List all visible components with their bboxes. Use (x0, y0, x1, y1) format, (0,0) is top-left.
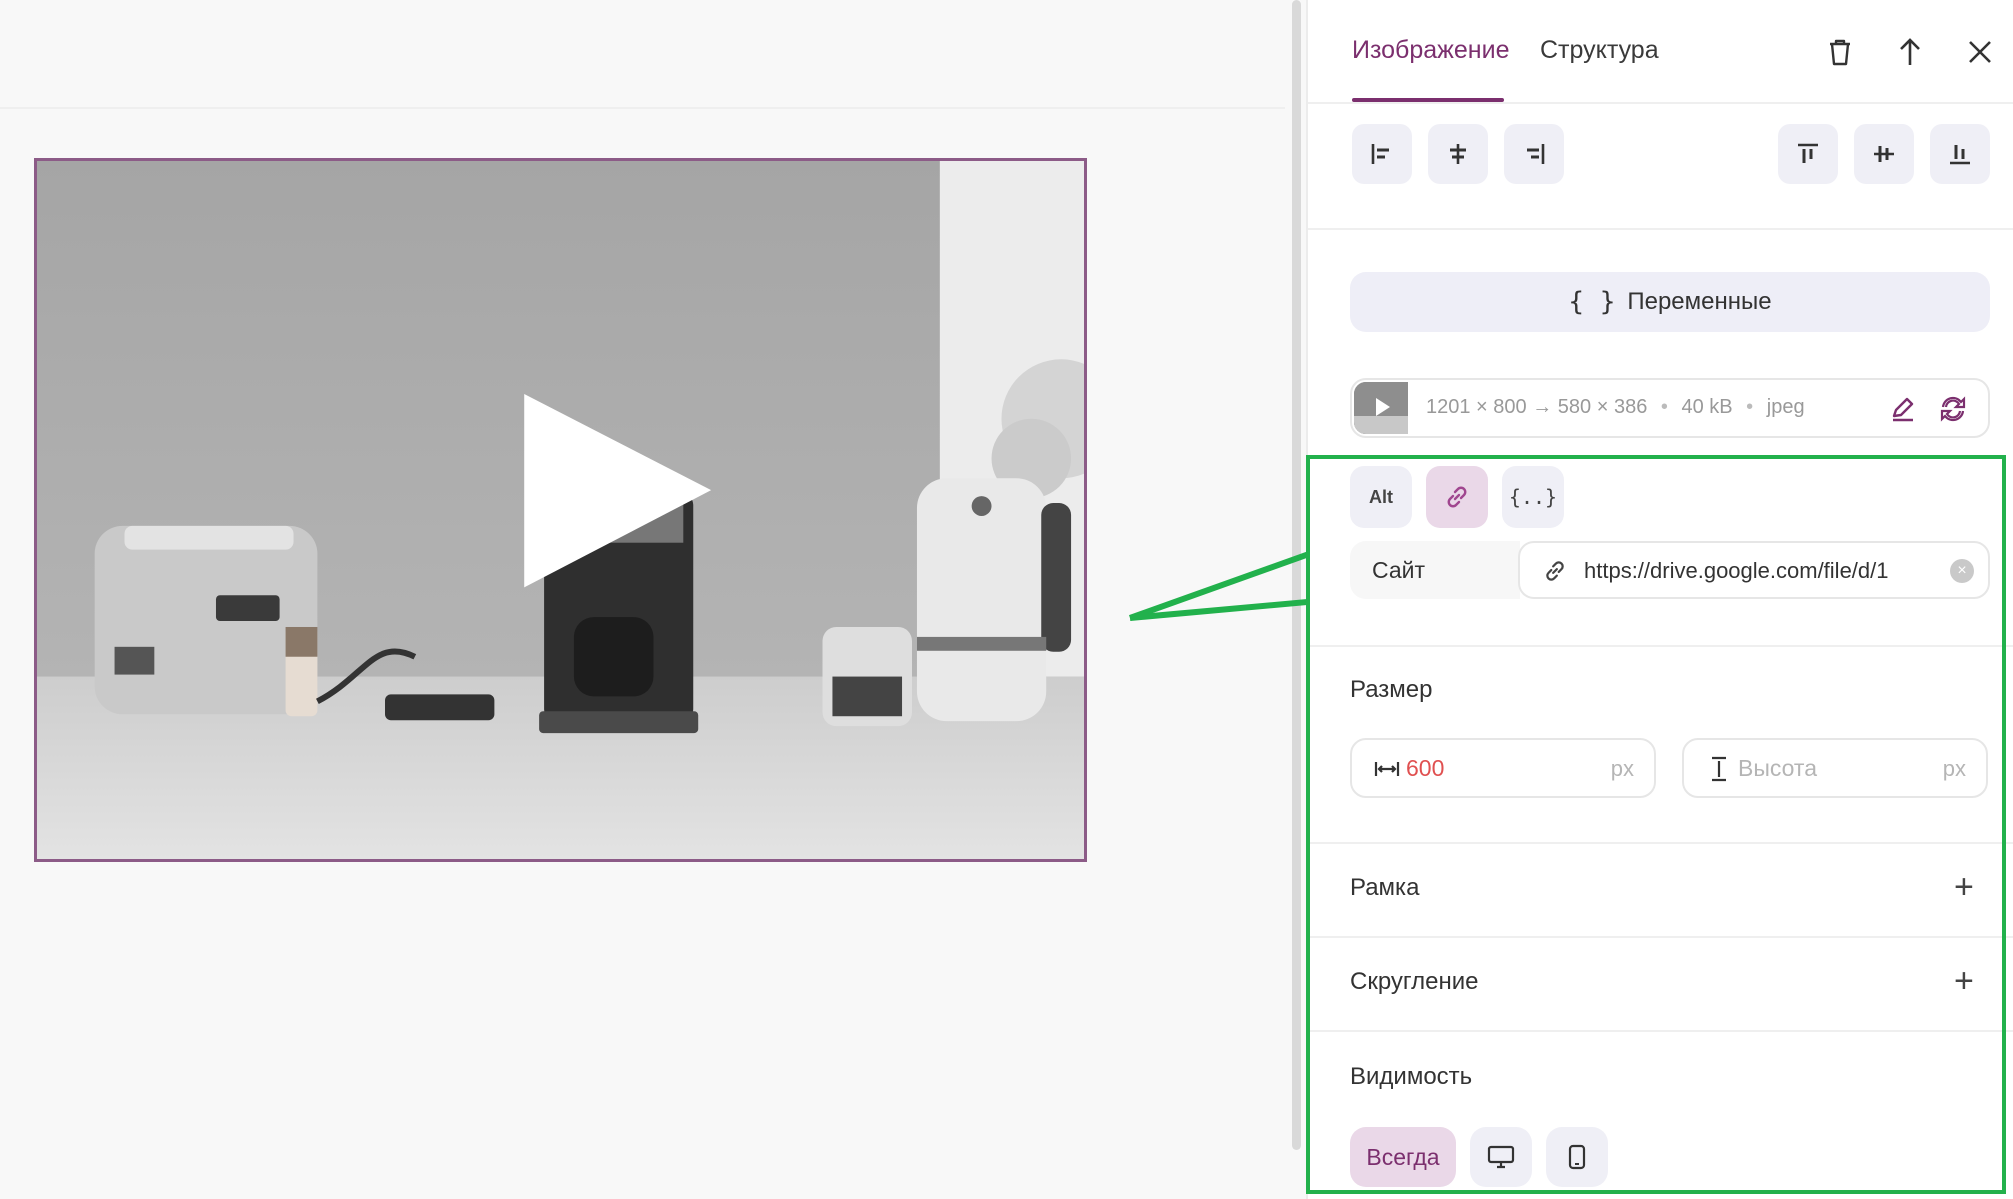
alignment-toolbar (1308, 104, 2013, 230)
separator-dot: • (1660, 396, 1668, 418)
curly-braces-icon: { } (1568, 287, 1616, 317)
size-section-title: Размер (1350, 676, 1433, 703)
image-block-selected[interactable] (34, 158, 1087, 862)
link-type-select[interactable]: Сайт (1350, 541, 1520, 599)
file-size: 40 kB (1681, 396, 1733, 418)
height-icon (1704, 754, 1734, 784)
visibility-mobile-button[interactable] (1546, 1127, 1608, 1187)
width-unit: px (1610, 756, 1634, 781)
align-right-icon[interactable] (1504, 124, 1564, 184)
scaled-dimensions: 580 × 386 (1557, 396, 1648, 418)
panel-tabs: Изображение Структура (1308, 0, 2013, 104)
width-input[interactable]: 600 px (1350, 738, 1656, 798)
rounding-section-title: Скругление (1350, 968, 1479, 995)
desktop-icon (1487, 1145, 1515, 1169)
link-url-input[interactable]: https://drive.google.com/file/d/1 × (1518, 541, 1990, 599)
canvas-divider (0, 107, 1285, 109)
variables-option-button[interactable]: {..} (1502, 466, 1564, 528)
close-icon[interactable] (1962, 34, 1998, 70)
link-icon (1546, 561, 1564, 581)
replace-image-icon[interactable] (1936, 392, 1970, 426)
link-settings: Сайт https://drive.google.com/file/d/1 × (1350, 541, 1990, 599)
tab-structure[interactable]: Структура (1540, 36, 1659, 65)
link-icon (1447, 486, 1467, 508)
add-border-icon[interactable]: + (1954, 870, 1974, 904)
visibility-always-button[interactable]: Всегда (1350, 1127, 1456, 1187)
trash-icon[interactable] (1822, 34, 1858, 70)
video-thumbnail-image (37, 161, 1084, 859)
width-value: 600 (1406, 755, 1445, 781)
align-top-icon[interactable] (1778, 124, 1838, 184)
section-divider (1308, 936, 2013, 938)
align-bottom-icon[interactable] (1930, 124, 1990, 184)
move-up-icon[interactable] (1892, 34, 1928, 70)
width-icon (1372, 754, 1402, 784)
align-center-h-icon[interactable] (1428, 124, 1488, 184)
tab-image[interactable]: Изображение (1352, 36, 1509, 65)
variables-button-label: Переменные (1627, 288, 1772, 315)
editor-canvas (0, 0, 1292, 1199)
visibility-section-title: Видимость (1350, 1063, 1473, 1090)
active-tab-indicator (1352, 98, 1504, 102)
original-dimensions: 1201 × 800 (1426, 396, 1527, 418)
file-format: jpeg (1766, 396, 1805, 418)
border-section-title: Рамка (1350, 874, 1420, 901)
section-divider (1308, 645, 2013, 647)
file-meta-text: 1201 × 800 → 580 × 386 • 40 kB • jpeg (1426, 396, 1805, 419)
dimension-arrow: → (1532, 396, 1553, 418)
mobile-icon (1568, 1144, 1586, 1170)
properties-panel: Изображение Структура {} Переменные 120… (1306, 0, 2013, 1199)
image-thumbnail[interactable] (1354, 382, 1408, 434)
visibility-desktop-button[interactable] (1470, 1127, 1532, 1187)
height-input[interactable]: Высота px (1682, 738, 1988, 798)
curly-braces-icon: {..} (1508, 485, 1558, 509)
image-file-info: 1201 × 800 → 580 × 386 • 40 kB • jpeg (1350, 378, 1990, 438)
canvas-scrollbar[interactable] (1292, 0, 1301, 1150)
link-button[interactable] (1426, 466, 1488, 528)
align-center-v-icon[interactable] (1854, 124, 1914, 184)
edit-pencil-icon[interactable] (1886, 392, 1920, 426)
clear-url-icon[interactable]: × (1950, 559, 1974, 583)
add-rounding-icon[interactable]: + (1954, 964, 1974, 998)
section-divider (1308, 842, 2013, 844)
alt-text-button[interactable]: Alt (1350, 466, 1412, 528)
link-url-value: https://drive.google.com/file/d/1 (1584, 558, 1889, 583)
separator-dot: • (1746, 396, 1754, 418)
variables-button[interactable]: { } Переменные (1350, 272, 1990, 332)
height-placeholder: Высота (1738, 755, 1817, 781)
section-divider (1308, 1030, 2013, 1032)
height-unit: px (1942, 756, 1966, 781)
align-left-icon[interactable] (1352, 124, 1412, 184)
